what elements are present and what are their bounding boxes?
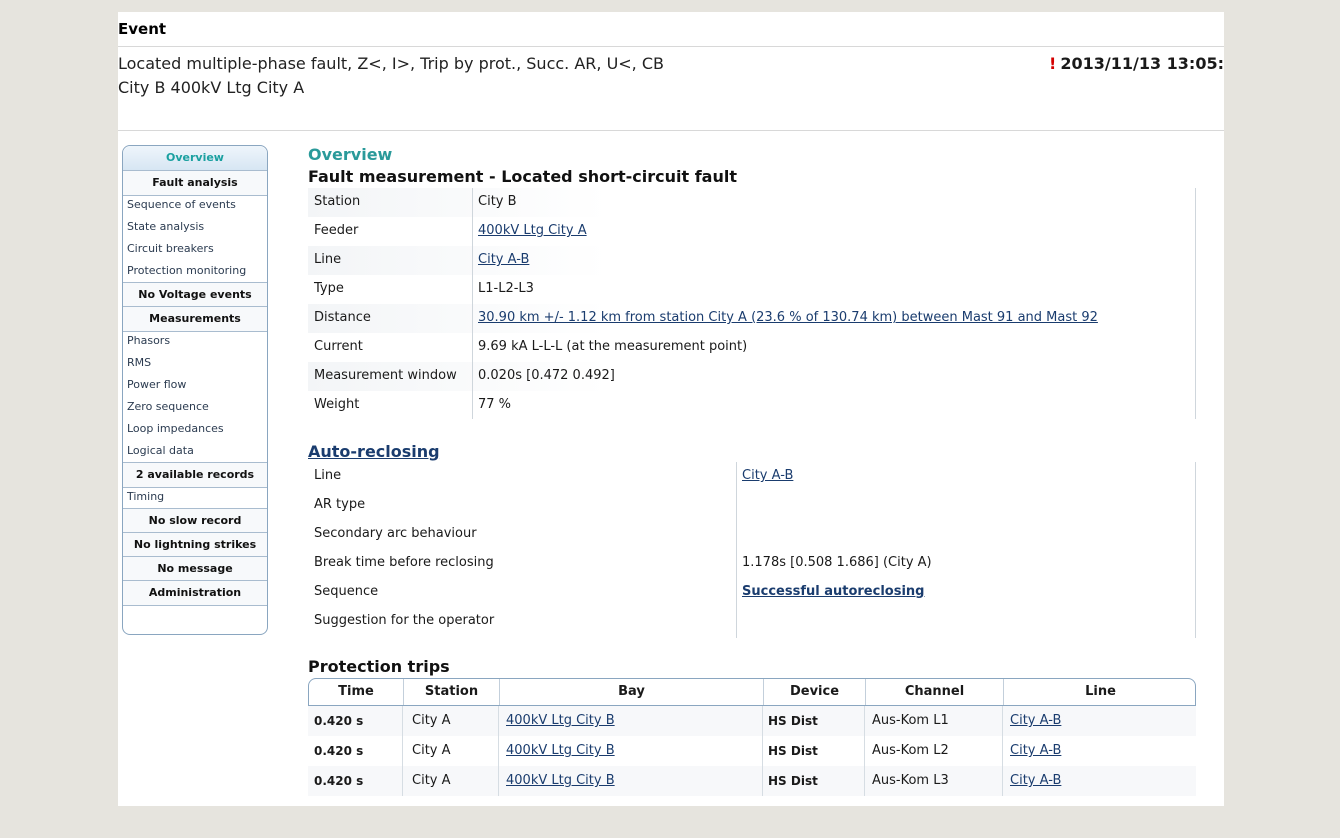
fault-measurement-title: Fault measurement - Located short-circui… [308,167,737,186]
trips-cell-station: City A [412,743,451,758]
sidebar-item-logical-data[interactable]: Logical data [123,440,267,462]
autoreclosing-value-break-time-before-reclosing: 1.178s [0.508 1.686] (City A) [742,555,932,570]
header-divider [118,46,1224,47]
sidebar-item-fault-analysis[interactable]: Fault analysis [123,170,267,196]
sidebar-item-zero-sequence[interactable]: Zero sequence [123,396,267,418]
autoreclosing-right-border [1195,462,1196,638]
sidebar-item-power-flow[interactable]: Power flow [123,374,267,396]
trips-col-time[interactable]: Time [309,679,403,705]
trips-cell-line[interactable]: City A-B [1010,736,1061,766]
sidebar-item-rms[interactable]: RMS [123,352,267,374]
sidebar-item-no-slow-record[interactable]: No slow record [123,508,267,534]
autoreclosing-key-line: Line [314,468,342,483]
overview-key-distance: Distance [314,310,371,325]
trips-cell-bay[interactable]: 400kV Ltg City B [506,736,615,766]
sidebar-item-circuit-breakers[interactable]: Circuit breakers [123,238,267,260]
overview-value-weight: 77 % [478,397,512,412]
autoreclosing-value-line[interactable]: City A-B [742,468,793,483]
trips-col-line[interactable]: Line [1003,679,1197,705]
autoreclosing-key-sequence: Sequence [314,584,379,599]
protection-trips-title: Protection trips [308,657,450,676]
overview-heading: Overview [308,145,393,164]
trips-column-divider [402,706,403,796]
sidebar-item-no-lightning-strikes[interactable]: No lightning strikes [123,532,267,558]
overview-value-line[interactable]: City A-B [478,252,529,267]
trips-col-bay[interactable]: Bay [499,679,763,705]
sidebar-item-state-analysis[interactable]: State analysis [123,216,267,238]
trips-cell-channel: Aus-Kom L2 [872,743,949,758]
trips-column-divider [762,706,763,796]
sidebar-nav: Overview Fault analysis Sequence of event… [122,145,268,635]
trips-col-channel[interactable]: Channel [865,679,1003,705]
event-label: Event [118,20,167,38]
overview-key-line: Line [314,252,342,267]
trips-cell-station: City A [412,713,451,728]
overview-key-station: Station [314,194,361,209]
sidebar-item-no-voltage-events[interactable]: No Voltage events [123,282,267,308]
overview-column-divider [472,188,473,419]
autoreclosing-key-suggestion-for-the-operator: Suggestion for the operator [314,613,495,628]
sidebar-item-administration[interactable]: Administration [123,580,267,606]
sidebar-item-2-available-records[interactable]: 2 available records [123,462,267,488]
overview-key-current: Current [314,339,363,354]
trips-cell-time: 0.420 s [314,714,364,728]
alert-icon: ! [1049,54,1057,73]
overview-value-measurement-window: 0.020s [0.472 0.492] [478,368,615,383]
sidebar-item-phasors[interactable]: Phasors [123,330,267,352]
trips-col-device[interactable]: Device [763,679,865,705]
overview-key-feeder: Feeder [314,223,359,238]
trips-col-station[interactable]: Station [403,679,499,705]
autoreclosing-title[interactable]: Auto-reclosing [308,442,440,461]
timestamp-text: 2013/11/13 13:05: [1060,54,1224,73]
overview-value-station: City B [478,194,517,209]
event-subtitle: City B 400kV Ltg City A [118,78,305,97]
overview-key-type: Type [314,281,344,296]
overview-value-type: L1-L2-L3 [478,281,534,296]
trips-cell-device: HS Dist [768,744,818,758]
sidebar-item-loop-impedances[interactable]: Loop impedances [123,418,267,440]
autoreclosing-key-ar-type: AR type [314,497,366,512]
trips-column-divider [498,706,499,796]
trips-cell-station: City A [412,773,451,788]
sidebar-item-protection-monitoring[interactable]: Protection monitoring [123,260,267,282]
autoreclosing-value-sequence[interactable]: Successful autoreclosing [742,584,924,599]
event-page: Event Located multiple-phase fault, Z<, … [118,12,1224,806]
overview-row-shade [308,246,608,275]
trips-column-divider [864,706,865,796]
overview-key-measurement-window: Measurement window [314,368,457,383]
trips-column-divider [1002,706,1003,796]
protection-trips-table: Time Station Bay Device Channel Line 0.420 s C… [308,678,1196,798]
header-bottom-divider [118,130,1224,131]
sidebar-item-measurements[interactable]: Measurements [123,306,267,332]
overview-right-border [1195,188,1196,419]
event-timestamp: ! 2013/11/13 13:05: [1049,52,1224,76]
overview-value-distance[interactable]: 30.90 km +/- 1.12 km from station City A… [478,310,1098,325]
autoreclosing-key-secondary-arc-behaviour: Secondary arc behaviour [314,526,477,541]
overview-value-feeder[interactable]: 400kV Ltg City A [478,223,587,238]
sidebar-item-no-message[interactable]: No message [123,556,267,582]
sidebar-item-sequence-of-events[interactable]: Sequence of events [123,194,267,216]
trips-cell-time: 0.420 s [314,774,364,788]
trips-cell-time: 0.420 s [314,744,364,758]
trips-cell-device: HS Dist [768,774,818,788]
sidebar-item-overview[interactable]: Overview [123,146,267,171]
trips-cell-channel: Aus-Kom L1 [872,713,949,728]
trips-cell-line[interactable]: City A-B [1010,766,1061,796]
trips-cell-device: HS Dist [768,714,818,728]
overview-key-weight: Weight [314,397,360,412]
event-title: Located multiple-phase fault, Z<, I>, Tr… [118,54,664,73]
autoreclosing-column-divider [736,462,737,638]
overview-value-current: 9.69 kA L-L-L (at the measurement point) [478,339,748,354]
trips-cell-bay[interactable]: 400kV Ltg City B [506,766,615,796]
trips-cell-bay[interactable]: 400kV Ltg City B [506,706,615,736]
trips-cell-channel: Aus-Kom L3 [872,773,949,788]
trips-cell-line[interactable]: City A-B [1010,706,1061,736]
trips-table-header: Time Station Bay Device Channel Line [308,678,1196,706]
sidebar-item-timing[interactable]: Timing [123,486,267,508]
autoreclosing-key-break-time-before-reclosing: Break time before reclosing [314,555,494,570]
